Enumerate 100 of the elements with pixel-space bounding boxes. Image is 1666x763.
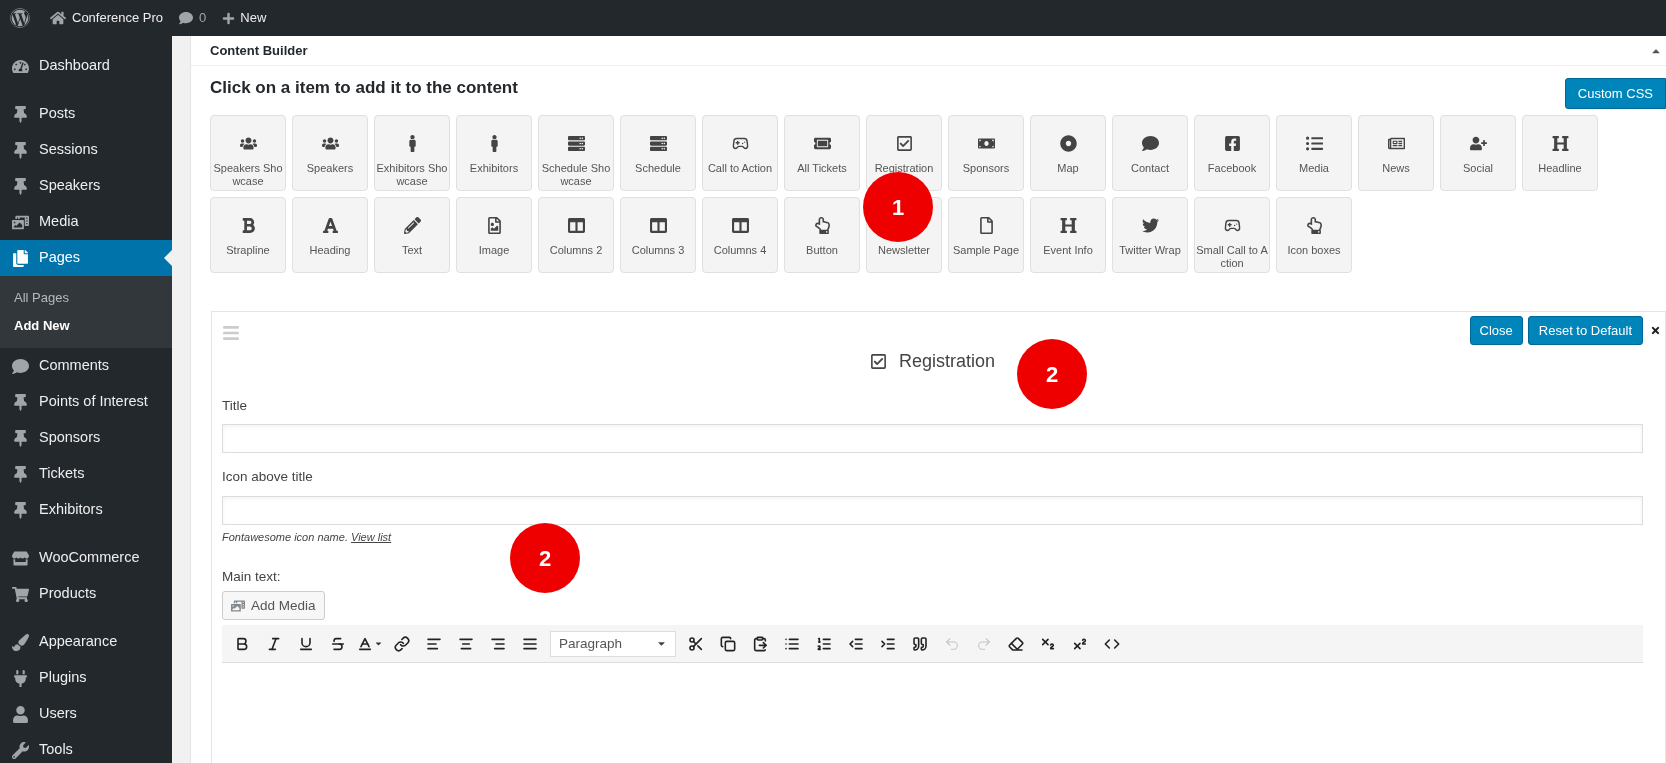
element-tile[interactable]: Speakers Showcase (210, 115, 286, 191)
element-tile[interactable]: Map (1030, 115, 1106, 191)
element-tile[interactable]: Sponsors (948, 115, 1024, 191)
custom-css-button[interactable]: Custom CSS (1564, 78, 1666, 109)
heading-icon (1059, 216, 1077, 234)
plug-icon (12, 669, 29, 687)
reset-button[interactable]: Reset to Default (1527, 316, 1643, 345)
sidebar-item[interactable]: Tools (0, 732, 172, 763)
element-tile[interactable]: Contact (1112, 115, 1188, 191)
store-icon (12, 549, 29, 567)
panel-title: Content Builder (210, 41, 308, 60)
element-tile[interactable]: Exhibitors Showcase (374, 115, 450, 191)
sidebar-item[interactable]: Speakers (0, 168, 172, 204)
current-pointer-icon (164, 250, 172, 266)
sidebar-item[interactable]: Exhibitors (0, 492, 172, 528)
new-link[interactable]: New (222, 8, 267, 28)
element-tile[interactable]: Speakers (292, 115, 368, 191)
columns-icon (649, 216, 667, 234)
facebook-icon (1223, 134, 1241, 152)
pencil-icon (403, 216, 421, 234)
pin-icon (12, 105, 29, 123)
add-media-button[interactable]: Add Media (222, 591, 325, 621)
sidebar-item[interactable]: Posts (0, 96, 172, 132)
element-tile[interactable]: Call to Action (702, 115, 778, 191)
pin-icon (12, 465, 29, 483)
add-user-icon (1469, 134, 1487, 152)
heading-icon (1551, 134, 1569, 152)
element-tile[interactable]: News (1358, 115, 1434, 191)
element-tile[interactable]: Columns 2 (538, 197, 614, 273)
view-list-link[interactable]: View list (351, 530, 392, 543)
pin-icon (12, 429, 29, 447)
element-tile[interactable]: Schedule (620, 115, 696, 191)
element-tile[interactable]: Button (784, 197, 860, 273)
media-icon (12, 213, 29, 231)
pin-icon (12, 141, 29, 159)
sidebar-item[interactable]: Sessions (0, 132, 172, 168)
dashboard-icon (12, 57, 29, 75)
element-tile[interactable]: Facebook (1194, 115, 1270, 191)
sidebar-item[interactable]: Appearance (0, 624, 172, 660)
sidebar-item[interactable]: Dashboard (0, 48, 172, 84)
element-tile[interactable]: Heading (292, 197, 368, 273)
sidebar-item[interactable]: Comments (0, 348, 172, 384)
drag-handle-icon[interactable] (222, 324, 240, 342)
element-tile[interactable]: Strapline (210, 197, 286, 273)
sidebar-item[interactable]: Sponsors (0, 420, 172, 456)
site-name-link[interactable]: Conference Pro (50, 8, 164, 28)
plus-icon (222, 11, 236, 25)
checkbox-icon (869, 352, 887, 370)
close-button[interactable]: Close (1469, 316, 1523, 345)
sidebar-item[interactable]: WooCommerce (0, 540, 172, 576)
text-input-field[interactable] (222, 424, 1643, 454)
pointer-hand-icon (1305, 216, 1323, 234)
stack-icon (567, 134, 585, 152)
pointer-hand-icon (813, 216, 831, 234)
sidebar-item[interactable]: Plugins (0, 660, 172, 696)
brush-icon (12, 633, 29, 651)
element-tile[interactable]: Sample Page (948, 197, 1024, 273)
sidebar-item[interactable]: Pages (0, 240, 172, 276)
sidebar-item[interactable]: Media (0, 204, 172, 240)
target-icon (1059, 134, 1077, 152)
user-icon (12, 705, 29, 723)
field-label: Icon above title (222, 468, 314, 487)
element-tile[interactable]: Image (456, 197, 532, 273)
stack-icon (649, 134, 667, 152)
element-tile[interactable]: Columns 4 (702, 197, 778, 273)
element-tile[interactable]: Small Call to Action (1194, 197, 1270, 273)
sidebar-item[interactable]: Users (0, 696, 172, 732)
sidebar-item[interactable]: Tickets (0, 456, 172, 492)
home-icon (50, 10, 66, 26)
pages-icon (12, 249, 29, 267)
comment-icon (179, 11, 194, 25)
element-tile[interactable]: Social (1440, 115, 1516, 191)
element-tile[interactable]: Event Info (1030, 197, 1106, 273)
file-icon (977, 216, 995, 234)
checkbox-icon (895, 134, 913, 152)
sidebar-item[interactable]: Products (0, 576, 172, 612)
wordpress-logo-icon[interactable] (10, 8, 30, 28)
builder-heading: Click on a item to add it to the content (210, 77, 518, 99)
pin-icon (12, 393, 29, 411)
element-tile[interactable]: Headline (1522, 115, 1598, 191)
field-label: Title (222, 397, 248, 415)
comments-link[interactable]: 0 (179, 8, 207, 28)
element-tile[interactable]: Text (374, 197, 450, 273)
sidebar-item[interactable]: Points of Interest (0, 384, 172, 420)
cart-icon (12, 585, 29, 603)
element-tile[interactable]: Columns 3 (620, 197, 696, 273)
element-tile[interactable]: Media (1276, 115, 1352, 191)
field-label: Main text: (222, 568, 282, 586)
element-tile[interactable]: Icon boxes (1276, 197, 1352, 273)
format-select[interactable]: Paragraph (550, 630, 676, 657)
element-tile[interactable]: Schedule Showcase (538, 115, 614, 191)
comment-icon (12, 357, 29, 375)
element-tile[interactable]: Exhibitors (456, 115, 532, 191)
image-icon (485, 216, 503, 234)
submenu-item[interactable]: All Pages (0, 284, 172, 312)
close-icon[interactable] (1650, 325, 1661, 336)
element-tile[interactable]: All Tickets (784, 115, 860, 191)
text-input-field[interactable] (222, 495, 1643, 525)
submenu-item[interactable]: Add New (0, 312, 172, 340)
element-tile[interactable]: Twitter Wrap (1112, 197, 1188, 273)
